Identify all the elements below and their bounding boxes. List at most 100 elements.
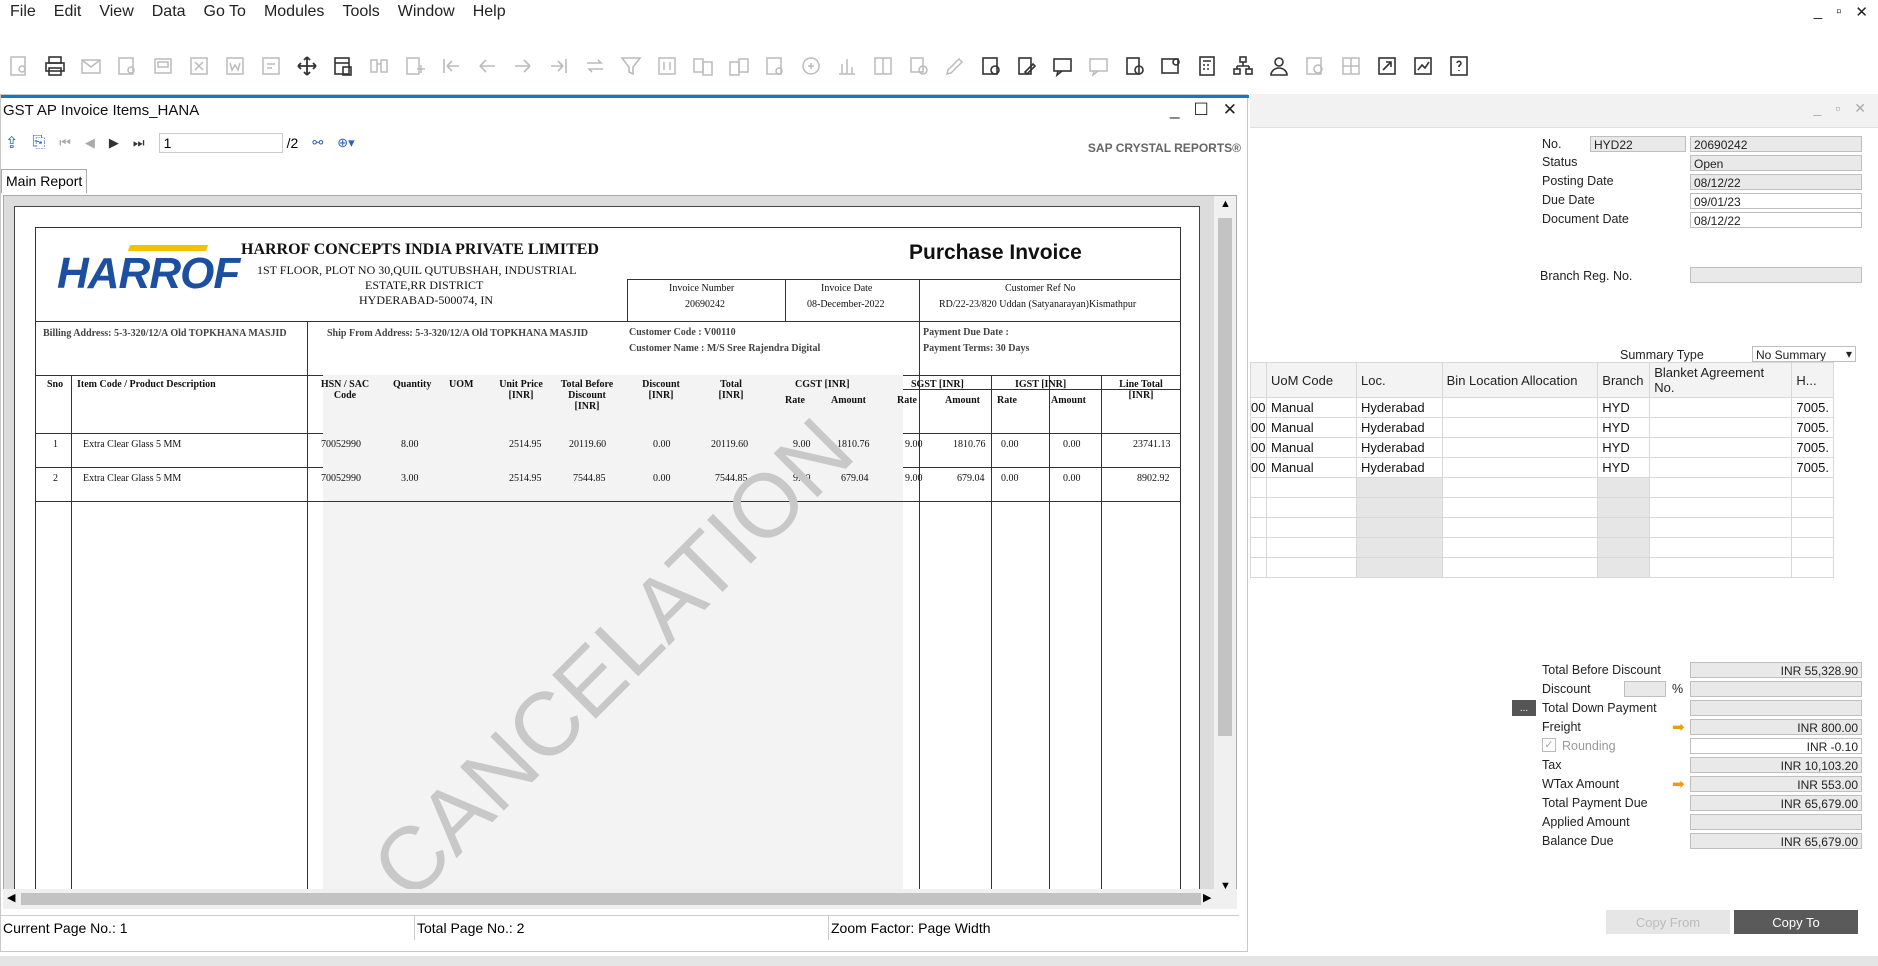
gross-profit-icon[interactable] bbox=[832, 51, 862, 81]
find-icon[interactable] bbox=[364, 51, 394, 81]
grid-header-bin[interactable]: Bin Location Allocation bbox=[1441, 362, 1599, 398]
alerts-icon[interactable] bbox=[1084, 51, 1114, 81]
grid-cell[interactable]: 7005. bbox=[1791, 397, 1834, 418]
horizontal-scrollbar[interactable]: ◀ ▶ bbox=[3, 889, 1237, 909]
user-icon[interactable] bbox=[1264, 51, 1294, 81]
export-excel-icon[interactable] bbox=[184, 51, 214, 81]
copy-icon[interactable] bbox=[1336, 51, 1366, 81]
grid-header-branch[interactable]: Branch bbox=[1597, 362, 1651, 398]
freight-link-arrow-icon[interactable]: ➡ bbox=[1672, 718, 1685, 736]
journal-icon[interactable] bbox=[760, 51, 790, 81]
target-document-icon[interactable] bbox=[724, 51, 754, 81]
grid-cell[interactable] bbox=[1649, 397, 1793, 418]
previous-record-icon[interactable] bbox=[472, 51, 502, 81]
down-payment-button[interactable]: ... bbox=[1512, 700, 1536, 716]
scroll-up-icon[interactable]: ▲ bbox=[1220, 198, 1231, 210]
table-row[interactable] bbox=[1250, 537, 1834, 558]
grid-cell[interactable]: Hyderabad bbox=[1355, 397, 1443, 418]
grid-cell[interactable]: Manual bbox=[1265, 457, 1357, 478]
table-row[interactable] bbox=[1250, 517, 1834, 538]
export-icon[interactable] bbox=[1372, 51, 1402, 81]
next-page-icon[interactable]: ▶ bbox=[109, 135, 119, 151]
grid-cell[interactable]: Manual bbox=[1265, 437, 1357, 458]
add-icon[interactable] bbox=[400, 51, 430, 81]
sort-icon[interactable] bbox=[652, 51, 682, 81]
grid-cell[interactable] bbox=[1441, 457, 1599, 478]
maximize-icon[interactable]: ☐ bbox=[1194, 100, 1209, 120]
export-icon[interactable]: ⇪ bbox=[5, 133, 18, 153]
discount-amount-field[interactable] bbox=[1690, 681, 1862, 697]
grid-cell[interactable]: HYD bbox=[1597, 437, 1651, 458]
grid-header-hsn[interactable]: H... bbox=[1791, 362, 1834, 398]
page-number-input[interactable]: 1 bbox=[158, 133, 283, 153]
calculator-icon[interactable] bbox=[1192, 51, 1222, 81]
organization-icon[interactable] bbox=[1228, 51, 1258, 81]
grid-header-uom[interactable]: UoM Code bbox=[1265, 362, 1357, 398]
grid-cell[interactable] bbox=[1441, 437, 1599, 458]
previous-page-icon[interactable]: ◀ bbox=[85, 135, 95, 151]
menu-file[interactable]: File bbox=[0, 3, 44, 21]
summary-type-select[interactable]: No Summary ▾ bbox=[1752, 346, 1856, 362]
grid-cell[interactable]: HYD bbox=[1597, 397, 1651, 418]
report-viewer[interactable]: HARROF HARROF CONCEPTS INDIA PRIVATE LIM… bbox=[3, 195, 1237, 895]
discount-percent-field[interactable] bbox=[1624, 681, 1666, 697]
next-record-icon[interactable] bbox=[508, 51, 538, 81]
first-page-icon[interactable]: ⏮ bbox=[59, 135, 71, 151]
menu-view[interactable]: View bbox=[89, 3, 141, 21]
form-settings-icon[interactable] bbox=[328, 51, 358, 81]
grid-cell[interactable] bbox=[1649, 417, 1793, 438]
last-record-icon[interactable] bbox=[544, 51, 574, 81]
grid-header-blanket[interactable]: Blanket Agreement No. bbox=[1649, 362, 1793, 398]
restore-icon[interactable]: ▫ bbox=[1836, 3, 1841, 21]
table-row[interactable]: 00 Manual Hyderabad HYD 7005. bbox=[1250, 457, 1834, 478]
export-word-icon[interactable] bbox=[220, 51, 250, 81]
posting-date-field[interactable]: 08/12/22 bbox=[1690, 174, 1862, 190]
scroll-right-icon[interactable]: ▶ bbox=[1203, 891, 1211, 904]
edit-icon[interactable] bbox=[940, 51, 970, 81]
series-field[interactable]: HYD22 bbox=[1590, 136, 1686, 152]
grid-cell[interactable]: HYD bbox=[1597, 417, 1651, 438]
table-row[interactable]: 00 Manual Hyderabad HYD 7005. bbox=[1250, 397, 1834, 418]
table-row[interactable] bbox=[1250, 557, 1834, 578]
grid-cell[interactable]: 7005. bbox=[1791, 437, 1834, 458]
payment-icon[interactable] bbox=[796, 51, 826, 81]
due-date-field[interactable]: 09/01/23 bbox=[1690, 193, 1862, 209]
chart-icon[interactable] bbox=[1408, 51, 1438, 81]
menu-data[interactable]: Data bbox=[142, 3, 194, 21]
close-icon[interactable]: ✕ bbox=[1854, 100, 1866, 117]
drill-down-icon[interactable] bbox=[904, 51, 934, 81]
minimize-icon[interactable]: _ bbox=[1814, 3, 1822, 21]
menu-goto[interactable]: Go To bbox=[194, 3, 254, 21]
close-icon[interactable]: ✕ bbox=[1855, 3, 1868, 21]
grid-cell[interactable] bbox=[1649, 437, 1793, 458]
messages-icon[interactable] bbox=[1048, 51, 1078, 81]
grid-cell[interactable]: Manual bbox=[1265, 417, 1357, 438]
move-icon[interactable] bbox=[292, 51, 322, 81]
binoculars-icon[interactable]: ⚯ bbox=[312, 135, 323, 151]
zoom-icon[interactable]: ⊕▾ bbox=[337, 135, 354, 151]
table-row[interactable]: 00 Manual Hyderabad HYD 7005. bbox=[1250, 437, 1834, 458]
print-icon[interactable]: ⎘ bbox=[32, 134, 45, 152]
preview-icon[interactable] bbox=[4, 51, 34, 81]
copy-to-button[interactable]: Copy To bbox=[1734, 910, 1858, 934]
grid-cell[interactable] bbox=[1649, 457, 1793, 478]
grid-cell[interactable]: 7005. bbox=[1791, 457, 1834, 478]
email-icon[interactable] bbox=[76, 51, 106, 81]
rounding-field[interactable]: INR -0.10 bbox=[1690, 738, 1862, 754]
close-icon[interactable]: ✕ bbox=[1223, 100, 1237, 120]
calendar-message-icon[interactable] bbox=[1156, 51, 1186, 81]
scroll-left-icon[interactable]: ◀ bbox=[7, 891, 15, 904]
copy-from-button[interactable]: Copy From bbox=[1606, 910, 1730, 934]
filter-icon[interactable] bbox=[616, 51, 646, 81]
grid-header-loc[interactable]: Loc. bbox=[1355, 362, 1443, 398]
table-row[interactable] bbox=[1250, 477, 1834, 498]
rounding-checkbox[interactable]: ✓ bbox=[1542, 738, 1556, 752]
menu-window[interactable]: Window bbox=[388, 3, 463, 21]
table-row[interactable]: 00 Manual Hyderabad HYD 7005. bbox=[1250, 417, 1834, 438]
menu-help[interactable]: Help bbox=[463, 3, 514, 21]
wtax-link-arrow-icon[interactable]: ➡ bbox=[1672, 775, 1685, 793]
export-pdf-icon[interactable] bbox=[256, 51, 286, 81]
menu-edit[interactable]: Edit bbox=[44, 3, 90, 21]
settings-icon[interactable] bbox=[976, 51, 1006, 81]
minimize-icon[interactable]: _ bbox=[1814, 100, 1822, 117]
